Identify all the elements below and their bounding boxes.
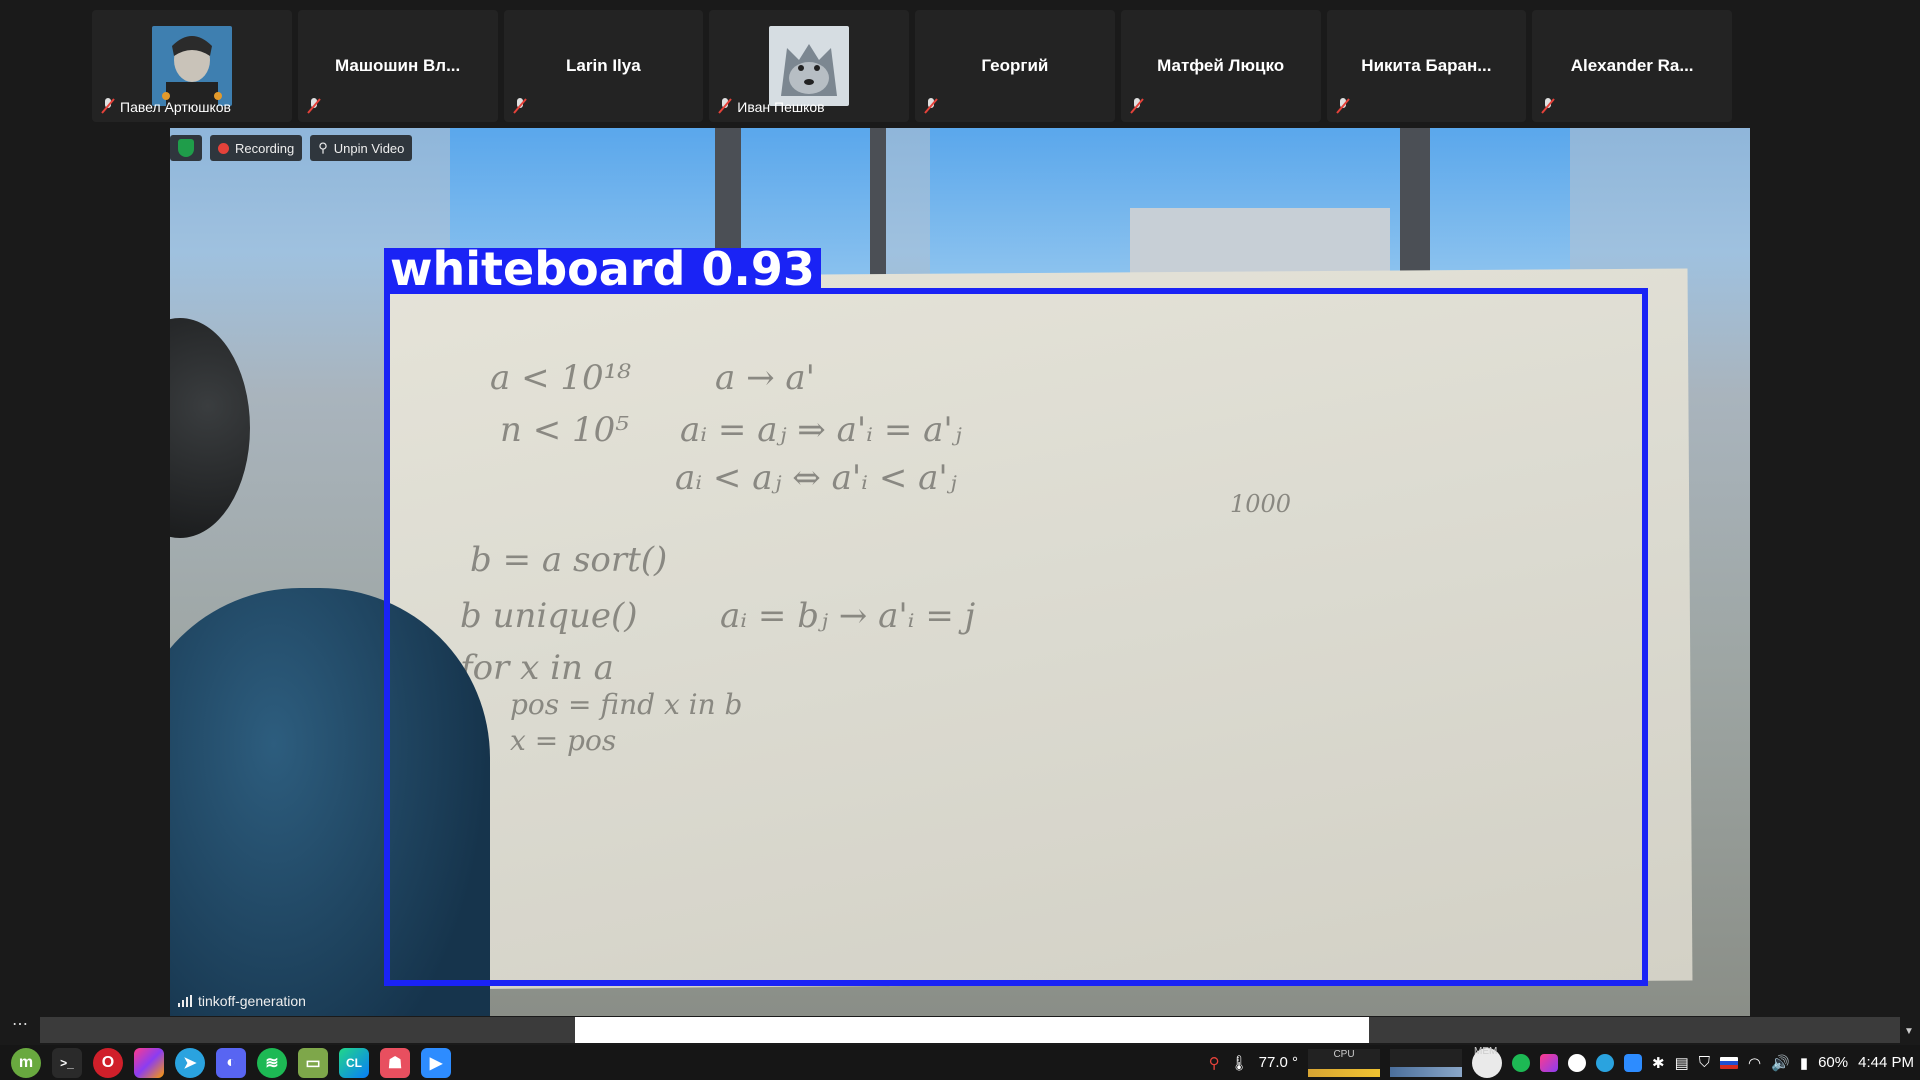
clipboard-icon[interactable]: ▤ [1675,1054,1689,1072]
participant-name: Иван Пешков [737,99,825,115]
shield-icon [178,139,194,157]
detection-box [384,288,1648,986]
network-indicator: tinkoff-generation [178,993,306,1009]
gitkraken-icon[interactable]: ☗ [380,1047,410,1078]
jetbrains-toolbox-icon[interactable] [134,1047,164,1078]
location-icon: ⚲ [1208,1054,1220,1072]
participant-tile[interactable]: Larin Ilya [503,10,704,122]
participant-tile[interactable]: Иван Пешков [709,10,909,122]
mic-muted-icon [512,98,527,114]
toolbox-tray-icon[interactable] [1540,1053,1559,1072]
mic-muted-icon [924,98,938,114]
participant-name: Машошин Вл... [335,56,461,75]
shield-tray-icon[interactable]: ⛉ [1699,1054,1710,1071]
telegram-icon[interactable]: ➤ [175,1047,205,1078]
zoom-icon[interactable]: ▶ [421,1047,451,1078]
participant-tile[interactable]: Никита Баран... [1326,10,1527,122]
steam-icon[interactable] [1568,1053,1587,1072]
mint-menu-icon[interactable]: m [11,1047,41,1078]
participant-name: Георгий [981,56,1049,75]
opera-icon[interactable]: O [93,1047,123,1078]
record-icon [218,142,229,154]
mic-muted-icon [1129,98,1144,114]
scrollbar-thumb[interactable] [575,1017,1369,1043]
mic-muted-icon [1541,98,1556,114]
cpu-label: CPU [1333,1048,1355,1060]
clion-icon[interactable]: CL [339,1047,369,1078]
battery-icon[interactable]: ▮ [1800,1054,1808,1072]
participant-video-name: tinkoff-generation [198,993,306,1009]
mem-label: MEM [1474,1045,1498,1057]
zoom-tray-icon[interactable] [1624,1053,1643,1072]
mic-muted-icon [306,98,321,114]
pin-icon: ⚲ [318,140,328,155]
window-frame [870,128,886,298]
cpu-graph[interactable]: CPU [1308,1048,1381,1077]
wifi-icon[interactable]: ◠ [1748,1054,1761,1072]
participant-name: Никита Баран... [1361,56,1492,75]
participant-tile[interactable]: Машошин Вл... [297,10,498,122]
vpn-icon[interactable] [1512,1053,1531,1072]
thermometer-icon: 🌡 [1229,1054,1249,1072]
mic-muted-icon [1335,98,1350,114]
telegram-tray-icon[interactable] [1596,1053,1615,1072]
weather-readout[interactable]: 77.0 ° [1259,1054,1298,1071]
detection-label: whiteboard 0.93 [384,246,821,292]
participant-name: Павел Артюшков [120,99,231,115]
memory-indicator[interactable]: MEM [1472,1045,1503,1078]
clock[interactable]: 4:44 PM [1858,1054,1914,1071]
battery-percent: 60% [1818,1054,1849,1071]
zoom-window: Павел Артюшков Машошин Вл... Larin Ilya … [0,0,1920,1080]
spotify-icon[interactable]: ≋ [257,1047,287,1078]
participant-tile[interactable]: Alexander Ra... [1532,10,1732,122]
volume-icon[interactable]: 🔊 [1771,1054,1790,1072]
person-head [170,318,250,538]
participants-strip: Павел Артюшков Машошин Вл... Larin Ilya … [92,10,1732,122]
discord-icon[interactable]: ◐ [216,1047,246,1078]
files-icon[interactable]: ▭ [298,1047,328,1078]
system-tray: ⚲ 🌡 77.0 ° CPU MEM ✱ ▤ ⛉ ◠ 🔊 ▮ 60% 4:44 … [1209,1045,1920,1080]
taskbar: m >_ O ➤ ◐ ≋ ▭ CL ☗ ▶ ⚲ 🌡 77.0 ° CPU MEM [0,1045,1920,1080]
recording-label: Recording [235,140,295,156]
signal-icon [178,995,192,1007]
encryption-badge[interactable] [170,135,202,161]
participant-name: Alexander Ra... [1570,56,1694,75]
participant-tile[interactable]: Матфей Люцко [1120,10,1321,122]
more-options-icon[interactable]: ⋯ [12,1014,28,1034]
bluetooth-icon[interactable]: ✱ [1652,1054,1665,1072]
recording-indicator[interactable]: Recording [210,135,303,161]
unpin-video-button[interactable]: ⚲ Unpin Video [310,135,413,161]
cpu-history-graph[interactable] [1390,1048,1463,1077]
participant-name: Larin Ilya [566,56,641,75]
video-overlay-controls: Recording ⚲ Unpin Video [170,135,413,161]
pinned-video[interactable]: a < 10¹⁸ a → a' n < 10⁵ aᵢ = aⱼ ⇒ a'ᵢ = … [170,128,1750,1016]
participant-name: Матфей Люцко [1157,56,1285,75]
keyboard-layout-icon[interactable] [1720,1056,1739,1069]
unpin-label: Unpin Video [333,140,405,156]
scroll-down-icon[interactable]: ▼ [1904,1026,1914,1037]
participant-tile[interactable]: Павел Артюшков [92,10,292,122]
mic-muted-icon [718,98,733,114]
mic-muted-icon [101,98,115,114]
participant-tile[interactable]: Георгий [915,10,1115,122]
terminal-icon[interactable]: >_ [52,1047,82,1078]
avatar [152,26,232,106]
wolf-avatar [769,26,850,106]
